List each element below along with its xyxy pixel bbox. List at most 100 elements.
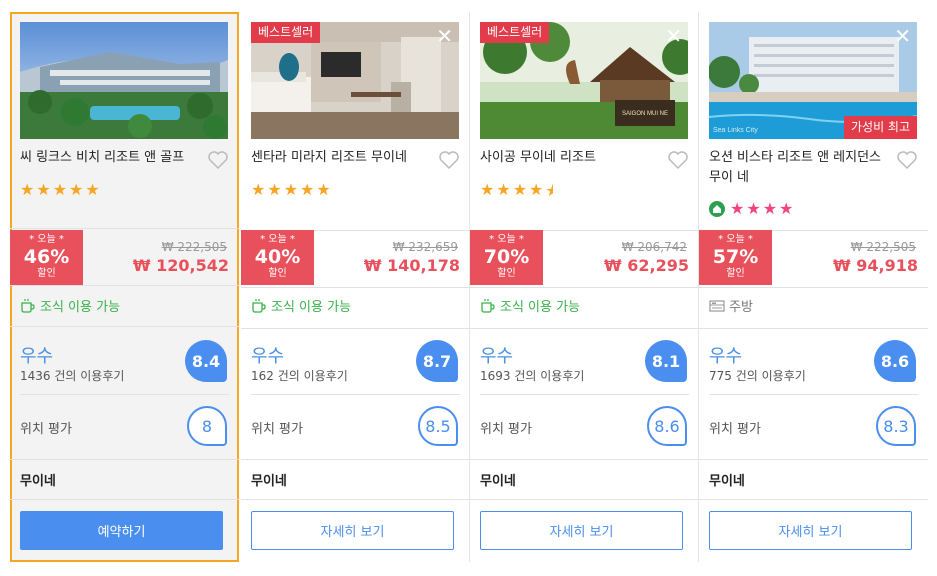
hotel-photo[interactable]: 베스트셀러 ✕ [251, 22, 459, 139]
hotel-card[interactable]: Sea Links City ✕ 가성비 최고 오션 비스타 리조트 앤 레지던… [699, 12, 928, 562]
star-icon: ★ [36, 180, 51, 199]
divider [699, 499, 928, 500]
coffee-cup-icon [252, 298, 266, 313]
star-icon: ★ [85, 180, 100, 199]
kitchen-icon [709, 299, 725, 312]
sale-price: ₩ 62,295 [604, 256, 689, 275]
hotel-name[interactable]: 씨 링크스 비치 리조트 앤 골프 [20, 148, 200, 168]
discount-badge: * 오늘 * 57% 할인 [699, 230, 772, 285]
divider [470, 459, 699, 460]
rating-label: 우수 [251, 346, 285, 367]
amenity-label: 조식 이용 가능 [40, 300, 121, 315]
hotel-name[interactable]: 사이공 무이네 리조트 [480, 148, 660, 168]
divider [699, 328, 928, 329]
star-icon: ★ [496, 180, 511, 199]
amenity-label: 조식 이용 가능 [500, 300, 581, 315]
half-star-icon: ★ [545, 180, 554, 200]
discount-label: * 오늘 * [29, 234, 64, 245]
hotel-name[interactable]: 센타라 미라지 리조트 무이네 [251, 148, 431, 168]
review-count[interactable]: 1436 건의 이용후기 [20, 367, 124, 384]
divider [699, 287, 928, 288]
original-price: ₩ 232,659 [392, 240, 458, 254]
heart-outline-icon[interactable] [667, 150, 689, 170]
close-icon[interactable]: ✕ [894, 26, 911, 46]
star-icon: ★ [52, 180, 68, 199]
star-rating: ★ ★ ★ ★ ★ [20, 182, 100, 198]
rating-label: 우수 [709, 346, 743, 367]
amenity-label: 조식 이용 가능 [271, 300, 352, 315]
star-icon: ★ [316, 180, 331, 199]
heart-outline-icon[interactable] [896, 150, 918, 170]
photo-sign-text: SAIGON MUI NE [622, 111, 668, 117]
star-icon: ★ [267, 180, 282, 199]
star-icon: ★ [779, 199, 794, 218]
heart-outline-icon[interactable] [438, 150, 460, 170]
star-icon: ★ [529, 180, 544, 199]
discount-sub: 할인 [268, 268, 287, 279]
divider [699, 459, 928, 460]
star-icon: ★ [251, 180, 266, 199]
hotel-card[interactable]: 씨 링크스 비치 리조트 앤 골프 ★ ★ ★ ★ ★ * 오늘 * 46% 할인 ₩ … [10, 12, 239, 562]
discount-percent: 57% [712, 246, 759, 268]
divider [470, 287, 699, 288]
best-value-badge: 가성비 최고 [843, 116, 917, 139]
amenity: 조식 이용 가능 [20, 296, 120, 315]
location-score: 8.6 [647, 406, 687, 446]
original-price: ₩ 222,505 [161, 240, 227, 254]
review-score: 8.7 [416, 340, 458, 382]
divider [10, 459, 239, 460]
book-button[interactable]: 예약하기 [20, 511, 223, 550]
location-score: 8.5 [418, 406, 458, 446]
amenity-label: 주방 [729, 300, 753, 315]
star-rating: ★ ★ ★ ★ [709, 201, 793, 217]
close-icon[interactable]: ✕ [436, 26, 453, 46]
review-score: 8.1 [645, 340, 687, 382]
details-button[interactable]: 자세히 보기 [480, 511, 683, 550]
discount-sub: 할인 [37, 268, 56, 279]
original-price: ₩ 206,742 [621, 240, 687, 254]
review-score: 8.6 [874, 340, 916, 382]
divider [709, 394, 918, 395]
location-label: 위치 평가 [709, 422, 761, 437]
star-rating: ★ ★ ★ ★ ★ [480, 180, 554, 200]
divider [470, 328, 699, 329]
photo-watermark: Sea Links City [713, 127, 758, 134]
location-score: 8.3 [876, 406, 916, 446]
star-icon: ★ [69, 180, 84, 199]
review-count[interactable]: 162 건의 이용후기 [251, 367, 348, 384]
star-icon: ★ [746, 199, 761, 218]
review-count[interactable]: 1693 건의 이용후기 [480, 367, 584, 384]
discount-sub: 할인 [726, 268, 745, 279]
amenity: 조식 이용 가능 [251, 296, 351, 315]
divider [470, 499, 699, 500]
location-label: 위치 평가 [480, 422, 532, 437]
discount-percent: 40% [254, 246, 301, 268]
divider [241, 499, 470, 500]
amenity: 주방 [709, 296, 753, 315]
divider [251, 394, 460, 395]
hotel-photo[interactable]: Sea Links City ✕ 가성비 최고 [709, 22, 917, 139]
star-rating: ★ ★ ★ ★ ★ [251, 182, 331, 198]
original-price: ₩ 222,505 [850, 240, 916, 254]
hotel-photo[interactable] [20, 22, 228, 139]
star-icon: ★ [480, 180, 495, 199]
divider [480, 394, 689, 395]
details-button[interactable]: 자세히 보기 [251, 511, 454, 550]
location-score: 8 [187, 406, 227, 446]
close-icon[interactable]: ✕ [665, 26, 682, 46]
area-name: 무이네 [251, 474, 287, 489]
hotel-photo[interactable]: SAIGON MUI NE 베스트셀러 ✕ [480, 22, 688, 139]
star-icon: ★ [762, 199, 778, 218]
review-count[interactable]: 775 건의 이용후기 [709, 367, 806, 384]
divider [241, 287, 470, 288]
hotel-card[interactable]: 베스트셀러 ✕ 센타라 미라지 리조트 무이네 ★ ★ ★ ★ ★ * 오늘 * 40%… [241, 12, 470, 562]
details-button[interactable]: 자세히 보기 [709, 511, 912, 550]
hotel-card[interactable]: SAIGON MUI NE 베스트셀러 ✕ 사이공 무이네 리조트 ★ ★ ★ ★ ★… [470, 12, 699, 562]
discount-badge: * 오늘 * 46% 할인 [10, 230, 83, 285]
area-name: 무이네 [480, 474, 516, 489]
rating-label: 우수 [480, 346, 514, 367]
sale-price: ₩ 94,918 [833, 256, 918, 275]
star-icon: ★ [512, 180, 528, 199]
hotel-name[interactable]: 오션 비스타 리조트 앤 레지던스 무이 네 [709, 148, 889, 188]
heart-outline-icon[interactable] [207, 150, 229, 170]
